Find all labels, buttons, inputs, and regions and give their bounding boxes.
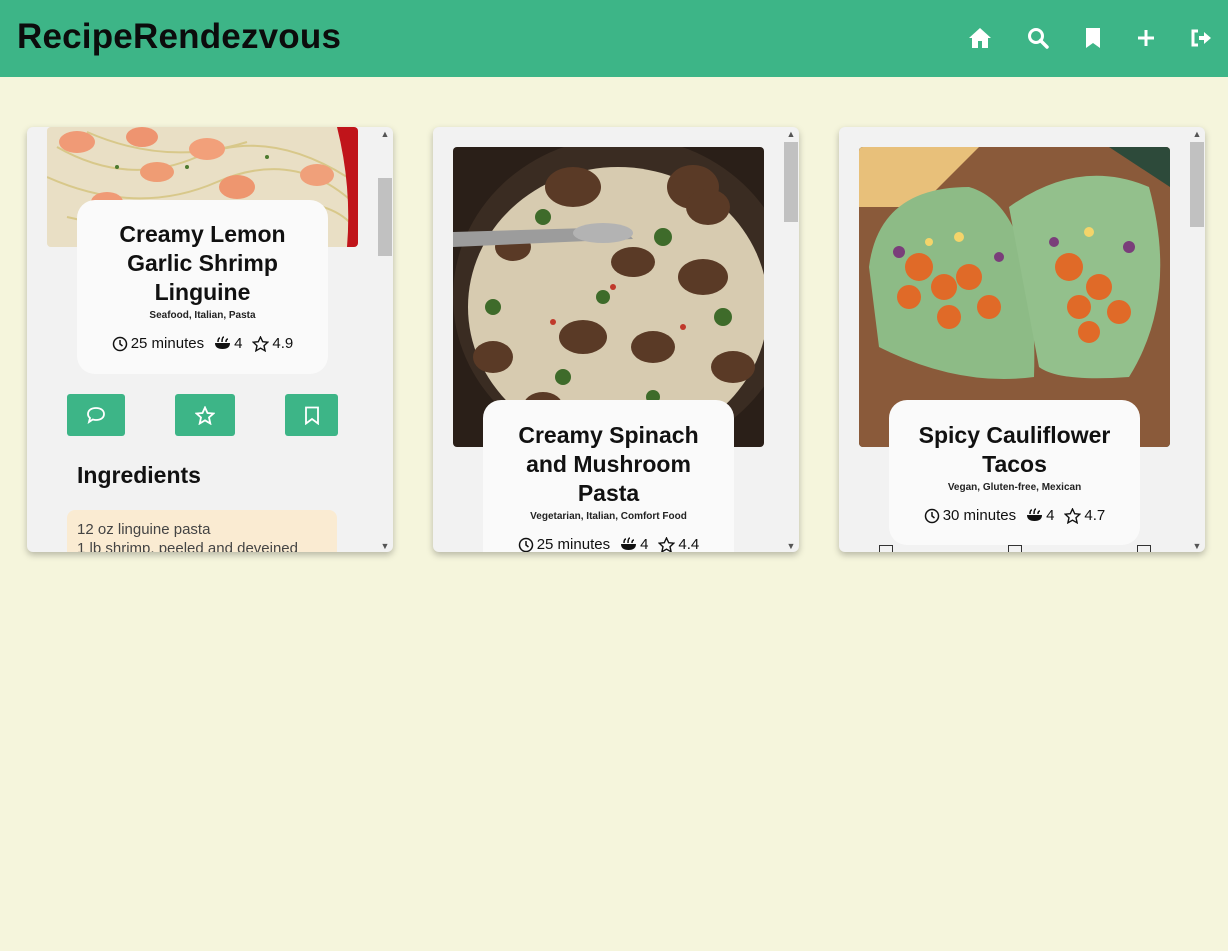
clock-icon: [112, 336, 127, 351]
bowl-icon: [621, 537, 637, 550]
rating: 4.9: [252, 335, 293, 352]
rating-value: 4.7: [1084, 507, 1106, 524]
recipe-info-panel: Creamy Spinach and Mushroom Pasta Vegeta…: [483, 400, 734, 552]
cook-time-value: 25 minutes: [536, 536, 611, 552]
recipe-meta: 25 minutes 4 4.4: [483, 536, 734, 552]
comment-icon: [87, 407, 105, 424]
scroll-thumb[interactable]: [1190, 142, 1204, 227]
add-recipe-icon[interactable]: [1133, 25, 1159, 51]
servings-value: 4: [640, 536, 649, 552]
star-icon[interactable]: [1008, 545, 1022, 552]
logout-icon[interactable]: [1188, 25, 1214, 51]
recipe-tags: Vegan, Gluten-free, Mexican: [947, 482, 1082, 493]
card-scrollbar[interactable]: ▲ ▼: [783, 127, 799, 552]
scroll-down-arrow[interactable]: ▼: [377, 539, 393, 552]
rating-value: 4.4: [678, 536, 700, 552]
rating-value: 4.9: [272, 335, 294, 352]
star-outline-icon: [658, 536, 676, 552]
cook-time: 30 minutes: [924, 507, 1016, 524]
bowl-icon: [215, 336, 231, 349]
scroll-thumb[interactable]: [784, 142, 798, 222]
card-scrollbar[interactable]: ▲ ▼: [1189, 127, 1205, 552]
recipe-card[interactable]: Spicy Cauliflower Tacos Vegan, Gluten-fr…: [839, 127, 1205, 552]
star-outline-icon: [1064, 507, 1082, 524]
search-icon[interactable]: [1025, 25, 1051, 51]
star-icon: [195, 405, 215, 425]
bookmark-icon[interactable]: [1080, 25, 1106, 51]
recipe-meta: 30 minutes 4 4.7: [889, 507, 1140, 524]
recipe-title[interactable]: Spicy Cauliflower Tacos: [889, 421, 1140, 479]
comment-button[interactable]: [67, 394, 125, 436]
servings-value: 4: [1046, 507, 1055, 524]
bookmark-icon: [304, 406, 319, 425]
rating: 4.7: [1064, 507, 1105, 524]
servings: 4: [214, 335, 242, 352]
ingredients-heading: Ingredients: [77, 462, 201, 488]
servings: 4: [1026, 507, 1054, 524]
cook-time-value: 30 minutes: [942, 507, 1017, 524]
bowl-icon: [1027, 508, 1043, 521]
recipe-meta: 25 minutes 4 4.9: [77, 335, 328, 352]
recipe-title[interactable]: Creamy Spinach and Mushroom Pasta: [483, 421, 734, 508]
home-icon[interactable]: [967, 25, 993, 51]
scroll-up-arrow[interactable]: ▲: [377, 127, 393, 140]
clock-icon: [924, 508, 939, 523]
scroll-up-arrow[interactable]: ▲: [1189, 127, 1205, 140]
recipe-info-panel: Creamy Lemon Garlic Shrimp Linguine Seaf…: [77, 200, 328, 374]
bookmark-icon[interactable]: [1137, 545, 1151, 552]
servings: 4: [620, 536, 648, 552]
top-navbar: RecipeRendezvous: [0, 0, 1228, 77]
clock-icon: [518, 537, 533, 552]
recipe-card[interactable]: Creamy Lemon Garlic Shrimp Linguine Seaf…: [27, 127, 393, 552]
ingredients-list: 12 oz linguine pasta 1 lb shrimp, peeled…: [67, 510, 337, 552]
favorite-button[interactable]: [175, 394, 235, 436]
star-outline-icon: [252, 335, 270, 352]
servings-value: 4: [234, 335, 243, 352]
ingredient-item: 12 oz linguine pasta: [77, 521, 211, 538]
scroll-thumb[interactable]: [378, 178, 392, 256]
cook-time: 25 minutes: [112, 335, 204, 352]
rating: 4.4: [658, 536, 699, 552]
recipe-info-panel: Spicy Cauliflower Tacos Vegan, Gluten-fr…: [889, 400, 1140, 545]
recipe-tags: Vegetarian, Italian, Comfort Food: [530, 511, 687, 522]
recipe-card[interactable]: Creamy Spinach and Mushroom Pasta Vegeta…: [433, 127, 799, 552]
scroll-up-arrow[interactable]: ▲: [783, 127, 799, 140]
app-title[interactable]: RecipeRendezvous: [17, 17, 341, 57]
recipe-tags: Seafood, Italian, Pasta: [149, 310, 256, 321]
ingredient-item: 1 lb shrimp, peeled and deveined: [77, 540, 298, 552]
recipe-title[interactable]: Creamy Lemon Garlic Shrimp Linguine: [77, 220, 328, 307]
cook-time-value: 25 minutes: [130, 335, 205, 352]
cook-time: 25 minutes: [518, 536, 610, 552]
scroll-down-arrow[interactable]: ▼: [783, 539, 799, 552]
card-scrollbar[interactable]: ▲ ▼: [377, 127, 393, 552]
comment-icon[interactable]: [879, 545, 893, 552]
scroll-down-arrow[interactable]: ▼: [1189, 539, 1205, 552]
bookmark-button[interactable]: [285, 394, 338, 436]
